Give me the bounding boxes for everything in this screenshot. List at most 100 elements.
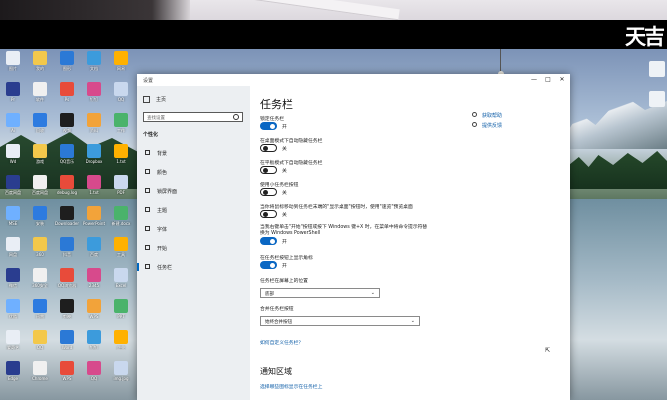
desktop-icon[interactable]: Excel [108,268,134,298]
desktop-icon[interactable]: 百度网盘 [27,175,53,205]
toggle-switch[interactable] [260,144,277,152]
desktop-icon[interactable]: 工作 [108,113,134,143]
desktop-icon[interactable]: PPT [108,299,134,329]
combine-dropdown[interactable]: 始终合并按钮 ⌄ [260,316,420,326]
desktop-icon[interactable]: 我的 [27,51,53,81]
toggle-switch[interactable] [260,261,277,269]
desktop-icon[interactable]: 图形 [54,51,80,81]
app-icon [87,175,101,189]
desktop-icon[interactable]: 钉钉 [81,82,107,112]
customize-taskbar-link[interactable]: 如何自定义任务栏？ [260,339,303,346]
desktop-icon[interactable]: 百度 [81,237,107,267]
nav-item-taskbar[interactable]: 任务栏 [137,261,249,273]
get-help-link[interactable]: 获取帮助 [472,112,502,119]
desktop-icon[interactable]: 优酷 [0,299,26,329]
title-bar[interactable]: 设置 — □ ✕ [137,74,570,86]
desktop-icon[interactable]: 钉钉 [81,330,107,360]
minimize-button[interactable]: — [528,75,540,85]
desktop-icon-label: Downloader [55,221,79,226]
desktop-icon-label: debug.log [57,190,77,195]
nav-item-themes[interactable]: 主题 [143,204,249,216]
desktop-icon-label: 网盘 [9,252,17,257]
position-dropdown[interactable]: 底部 ⌄ [260,288,380,298]
desktop-icon[interactable]: 图片 [0,51,26,81]
desktop-icon[interactable]: 爱奇艺 [0,330,26,360]
desktop-icon-label: 百度网盘 [32,190,48,195]
desktop-icon-right[interactable] [649,61,665,77]
desktop-icon[interactable]: Dropbox [81,144,107,174]
desktop-icon[interactable]: 工具 [108,237,134,267]
desktop-icon[interactable]: 360 [27,237,53,267]
nav-item-start[interactable]: 开始 [143,242,249,254]
desktop-icon[interactable]: 资料 [81,113,107,143]
desktop-icon[interactable]: WPS [81,299,107,329]
toggle-switch[interactable] [260,122,277,130]
desktop-icon[interactable]: debug.log [54,175,80,205]
desktop-icon[interactable]: Edge [0,361,26,391]
chevron-down-icon: ⌄ [370,290,375,296]
app-icon [33,82,47,96]
desktop-icon[interactable]: img.jpg [108,361,134,391]
desktop-icon[interactable]: 文档 [81,51,107,81]
toggle-switch[interactable] [260,237,277,245]
desktop-icon-label: QQ音乐 [59,159,75,164]
desktop-icon[interactable]: 回收 [27,113,53,143]
desktop-icon[interactable]: 网易 [108,51,134,81]
font-icon [145,226,150,231]
desktop-icon[interactable]: Ps [54,82,80,112]
desktop-icon[interactable]: QQ浏览器 [54,268,80,298]
feedback-link[interactable]: 提供反馈 [472,122,502,129]
desktop-icon[interactable]: QQ [81,361,107,391]
desktop-icon[interactable]: 1.txt [108,144,134,174]
desktop-icon[interactable]: 网盘 [0,237,26,267]
desktop-icon[interactable]: Wd [0,144,26,174]
desktop-icon[interactable]: 新建.docx [108,206,134,236]
toggle-switch[interactable] [260,188,277,196]
close-button[interactable]: ✕ [556,75,568,85]
desktop-icon[interactable]: Downloader [54,206,80,236]
search-input[interactable]: 查找设置 [143,112,243,122]
desktop-icon[interactable]: 360安全 [27,268,53,298]
nav-item-fonts[interactable]: 字体 [143,223,249,235]
desktop-icon[interactable]: 企业 [108,330,134,360]
nav-item-background[interactable]: 背景 [143,147,249,159]
toggle-state: 关 [282,212,287,218]
nav-home[interactable]: 主页 [143,96,166,103]
nav-item-lock-screen[interactable]: 锁屏界面 [143,185,249,197]
desktop-icon[interactable]: QQ音乐 [54,144,80,174]
maximize-button[interactable]: □ [542,75,554,85]
setting-label: 当你将鼠标移动到任务栏末端的"显示桌面"按钮时，使用"速览"预览桌面 [260,205,413,210]
app-icon [6,330,20,344]
desktop-icon[interactable]: 游戏 [27,144,53,174]
desktop-icon-right[interactable] [649,91,665,107]
toggle-switch[interactable] [260,166,277,174]
nav-item-colors[interactable]: 颜色 [143,166,249,178]
desktop-icon[interactable]: MSE [0,206,26,236]
desktop-icon[interactable]: PDF [108,175,134,205]
toggle-state: 关 [282,190,287,196]
toggle-switch[interactable] [260,210,277,218]
desktop-icon[interactable]: 软件 [27,82,53,112]
desktop-icon[interactable]: QQ [27,330,53,360]
desktop-icon[interactable]: 1.txt [81,175,107,205]
desktop-icon[interactable]: Pr [0,82,26,112]
desktop-icon-label: 新建.docx [111,221,131,226]
desktop-icon[interactable]: 百度网盘 [0,175,26,205]
desktop-icon[interactable]: Chrome [27,361,53,391]
nav-item-label: 主题 [157,208,168,214]
desktop-icon[interactable]: Ai [0,113,26,143]
desktop-icon[interactable]: 抖音 [54,237,80,267]
desktop-icon-label: 文档 [90,66,98,71]
desktop-icon[interactable]: WPS [54,361,80,391]
desktop-icon[interactable]: 2345 [81,268,107,298]
desktop-icon[interactable]: PowerPoint [81,206,107,236]
desktop-icon[interactable]: 微信 [0,268,26,298]
desktop-icon[interactable]: Word [54,330,80,360]
select-icons-link[interactable]: 选择哪些图标显示在任务栏上 [260,383,322,390]
desktop-icon-label: 爱奇艺 [7,345,19,350]
desktop-icon[interactable]: 安装 [27,206,53,236]
desktop-icon[interactable]: 迅雷 [27,299,53,329]
desktop-icon[interactable]: 视频 [54,113,80,143]
desktop-icon[interactable]: QQ [108,82,134,112]
desktop-icon[interactable]: 剪映 [54,299,80,329]
